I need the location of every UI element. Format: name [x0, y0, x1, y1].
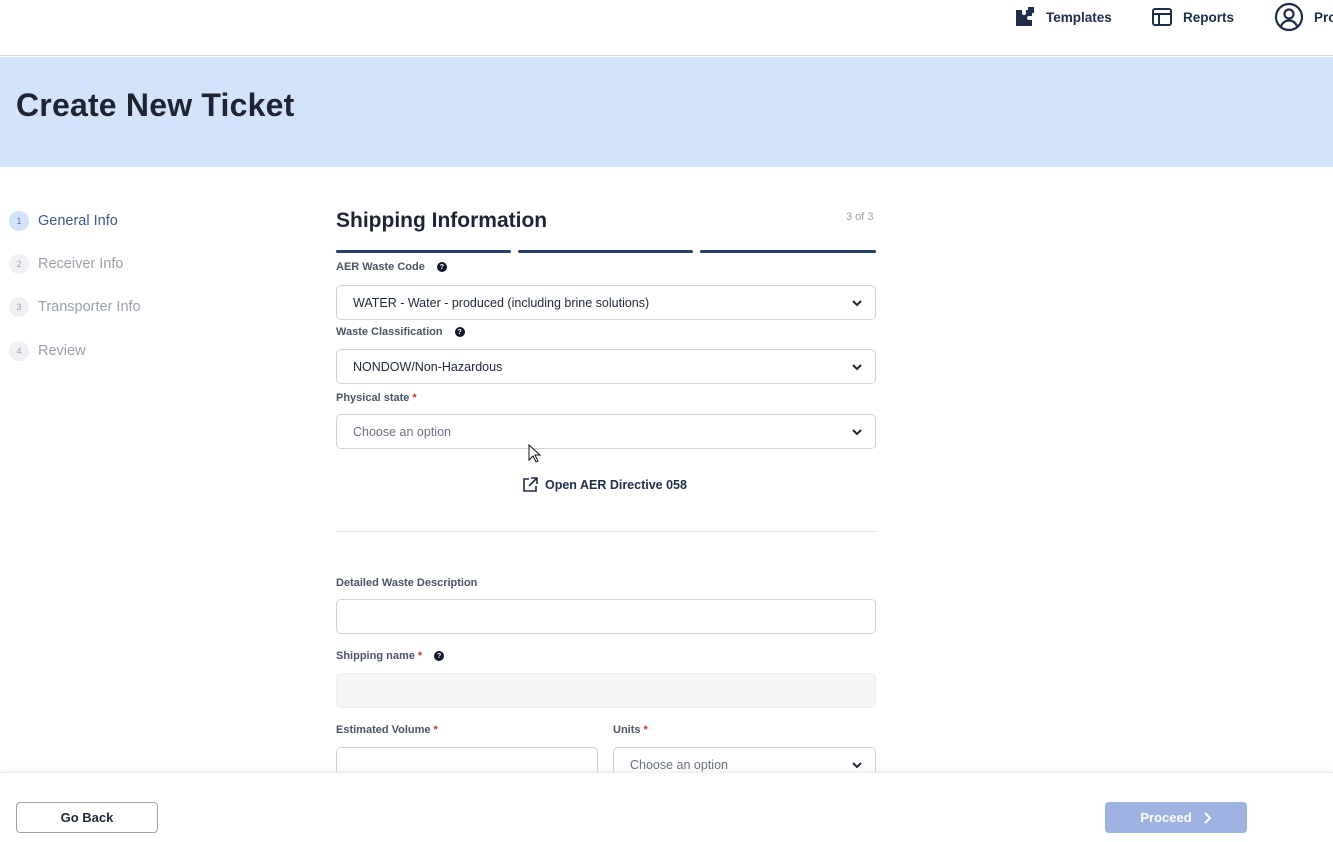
chevron-right-icon — [1203, 811, 1212, 824]
shipping-name-input[interactable] — [336, 673, 876, 708]
nav-profile[interactable]: Pro — [1274, 0, 1333, 34]
physical-state-label-text: Physical state — [336, 392, 410, 404]
chevron-down-icon — [852, 429, 862, 436]
help-icon[interactable]: ? — [436, 262, 447, 272]
step-receiver-info[interactable]: 2 Receiver Info — [9, 254, 123, 274]
aer-waste-code-value: WATER - Water - produced (including brin… — [353, 295, 650, 310]
step-label: Transporter Info — [38, 299, 141, 315]
units-label-text: Units — [613, 724, 641, 736]
estimated-volume-label-text: Estimated Volume — [336, 724, 431, 736]
step-number: 4 — [9, 341, 29, 361]
waste-classification-value: NONDOW/Non-Hazardous — [353, 359, 503, 374]
physical-state-placeholder: Choose an option — [353, 424, 451, 439]
step-number: 3 — [9, 297, 29, 317]
required-mark: * — [417, 650, 423, 662]
nav-templates-label: Templates — [1046, 9, 1112, 25]
help-icon[interactable]: ? — [434, 651, 445, 661]
header-band: Create New Ticket — [0, 57, 1333, 167]
open-aer-directive-label: Open AER Directive 058 — [545, 478, 687, 492]
aer-waste-code-label-text: AER Waste Code — [336, 261, 425, 273]
estimated-volume-label: Estimated Volume * — [336, 724, 438, 736]
go-back-button[interactable]: Go Back — [16, 802, 158, 833]
detailed-description-input[interactable] — [336, 599, 876, 634]
chevron-down-icon — [852, 762, 862, 769]
required-mark: * — [643, 724, 648, 736]
section-title: Shipping Information — [336, 209, 548, 232]
nav-profile-label: Pro — [1314, 9, 1333, 25]
go-back-label: Go Back — [60, 810, 114, 825]
step-count: 3 of 3 — [846, 211, 874, 223]
waste-classification-label: Waste Classification ? — [336, 326, 465, 338]
physical-state-label: Physical state * — [336, 392, 417, 404]
step-review[interactable]: 4 Review — [9, 341, 86, 361]
step-number: 1 — [9, 211, 29, 231]
user-circle-icon — [1274, 2, 1304, 32]
chevron-down-icon — [852, 364, 862, 371]
top-nav: Templates Reports Pro — [0, 0, 1333, 56]
step-label: General Info — [38, 213, 118, 229]
external-link-icon — [523, 477, 538, 492]
step-label: Review — [38, 343, 86, 359]
chevron-down-icon — [852, 300, 862, 307]
units-label: Units * — [613, 724, 648, 736]
open-aer-directive-link[interactable]: Open AER Directive 058 — [522, 477, 687, 493]
physical-state-select[interactable]: Choose an option — [336, 414, 876, 449]
detailed-description-label-text: Detailed Waste Description — [336, 577, 478, 589]
step-general-info[interactable]: 1 General Info — [9, 211, 118, 231]
shipping-name-label: Shipping name * ? — [336, 650, 445, 662]
required-mark: * — [433, 724, 438, 736]
step-transporter-info[interactable]: 3 Transporter Info — [9, 297, 141, 317]
progress-segment-1 — [336, 250, 511, 253]
detailed-description-label: Detailed Waste Description — [336, 577, 477, 589]
proceed-button[interactable]: Proceed — [1105, 802, 1247, 833]
step-number: 2 — [9, 254, 29, 274]
proceed-label: Proceed — [1140, 810, 1192, 825]
progress-segment-3 — [700, 250, 876, 253]
progress-segment-2 — [518, 250, 693, 253]
mouse-cursor-icon — [528, 444, 542, 463]
layout-icon — [1152, 8, 1172, 26]
aer-waste-code-label: AER Waste Code ? — [336, 261, 447, 273]
units-placeholder: Choose an option — [630, 757, 728, 772]
puzzle-icon — [1016, 7, 1034, 26]
aer-waste-code-select[interactable]: WATER - Water - produced (including brin… — [336, 285, 876, 320]
shipping-name-label-text: Shipping name — [336, 650, 415, 662]
page-title: Create New Ticket — [16, 87, 295, 123]
help-icon[interactable]: ? — [454, 327, 465, 337]
step-label: Receiver Info — [38, 256, 124, 272]
nav-reports-label: Reports — [1183, 9, 1235, 25]
waste-classification-label-text: Waste Classification — [336, 326, 443, 338]
nav-reports[interactable]: Reports — [1151, 0, 1234, 34]
waste-classification-select[interactable]: NONDOW/Non-Hazardous — [336, 349, 876, 384]
section-divider — [336, 531, 876, 532]
footer-bar: Go Back Proceed — [0, 772, 1333, 842]
nav-templates[interactable]: Templates — [1014, 0, 1112, 34]
required-mark: * — [412, 392, 417, 404]
